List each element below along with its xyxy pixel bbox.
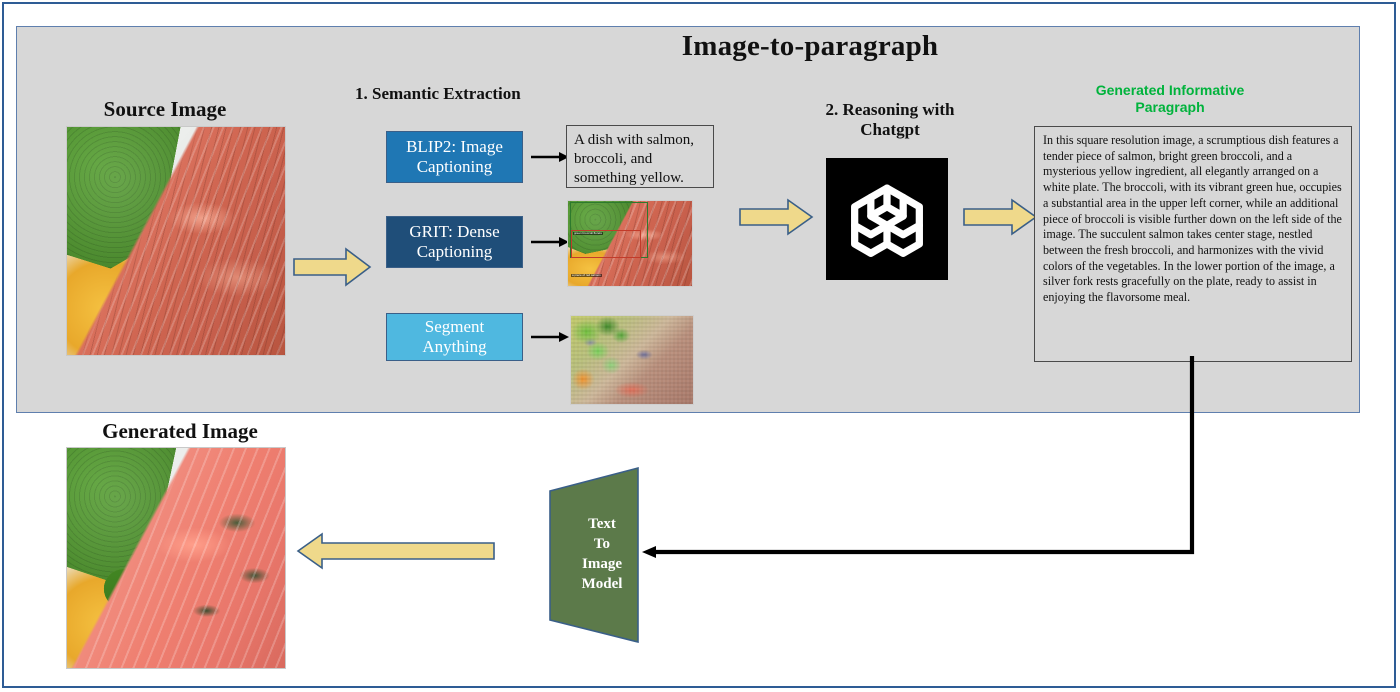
paragraph-to-model-connector bbox=[636, 356, 1202, 558]
grit-box-label-green: green broccoli florets bbox=[573, 231, 603, 236]
source-image bbox=[66, 126, 286, 356]
source-image-label: Source Image bbox=[103, 97, 227, 121]
module-sam-label-line2: Anything bbox=[422, 337, 487, 356]
generated-paragraph-heading-line2: Paragraph bbox=[1135, 98, 1205, 115]
module-segment-anything[interactable]: Segment Anything bbox=[386, 313, 523, 361]
step-2-label-line2: Chatgpt bbox=[860, 119, 920, 139]
figure-root: Image-to-paragraph Source Image 1. Seman… bbox=[0, 0, 1400, 692]
generated-image bbox=[66, 447, 286, 669]
sam-output-arrow bbox=[531, 327, 571, 347]
chatgpt-logo-tile bbox=[826, 158, 948, 280]
module-blip2[interactable]: BLIP2: Image Captioning bbox=[386, 131, 523, 183]
blip2-output-arrow bbox=[531, 147, 571, 167]
step-2-label-line1: 2. Reasoning with bbox=[825, 100, 955, 119]
openai-logo-icon bbox=[851, 184, 923, 257]
step-2-label: 2. Reasoning with Chatgpt bbox=[800, 100, 980, 139]
module-grit[interactable]: GRIT: Dense Captioning bbox=[386, 216, 523, 268]
blip2-caption-text: A dish with salmon, broccoli, and someth… bbox=[574, 132, 695, 186]
grit-box-label-red: a piece of red salmon bbox=[571, 273, 602, 278]
generated-image-label: Generated Image bbox=[102, 419, 258, 443]
module-blip2-label-line2: Captioning bbox=[416, 157, 493, 176]
generated-paragraph-heading-line1: Generated Informative bbox=[1095, 82, 1245, 98]
module-sam-label-line1: Segment bbox=[424, 317, 485, 337]
source-to-modules-arrow bbox=[292, 247, 372, 287]
step-1-label: 1. Semantic Extraction bbox=[355, 84, 521, 103]
grit-output-arrow bbox=[531, 232, 571, 252]
generated-paragraph-box: In this square resolution image, a scrum… bbox=[1034, 126, 1352, 362]
grit-bounding-box-red: green broccoli florets bbox=[571, 230, 641, 258]
text-to-image-model[interactable]: Text To Image Model bbox=[528, 466, 640, 644]
generated-paragraph-text: In this square resolution image, a scrum… bbox=[1043, 133, 1342, 305]
generated-paragraph-heading: Generated Informative Paragraph bbox=[1082, 82, 1258, 116]
grit-dense-caption-output: green broccoli florets a piece of red sa… bbox=[567, 200, 693, 287]
module-blip2-label-line1: BLIP2: Image bbox=[406, 137, 503, 157]
chatgpt-to-paragraph-arrow bbox=[962, 198, 1038, 236]
figure-title: Image-to-paragraph bbox=[681, 30, 939, 62]
module-grit-label-line1: GRIT: Dense bbox=[409, 222, 500, 242]
extraction-to-chatgpt-arrow bbox=[738, 198, 814, 236]
module-grit-label-line2: Captioning bbox=[416, 242, 493, 261]
blip2-caption-output: A dish with salmon, broccoli, and someth… bbox=[566, 125, 714, 188]
model-to-generated-arrow bbox=[296, 530, 496, 572]
